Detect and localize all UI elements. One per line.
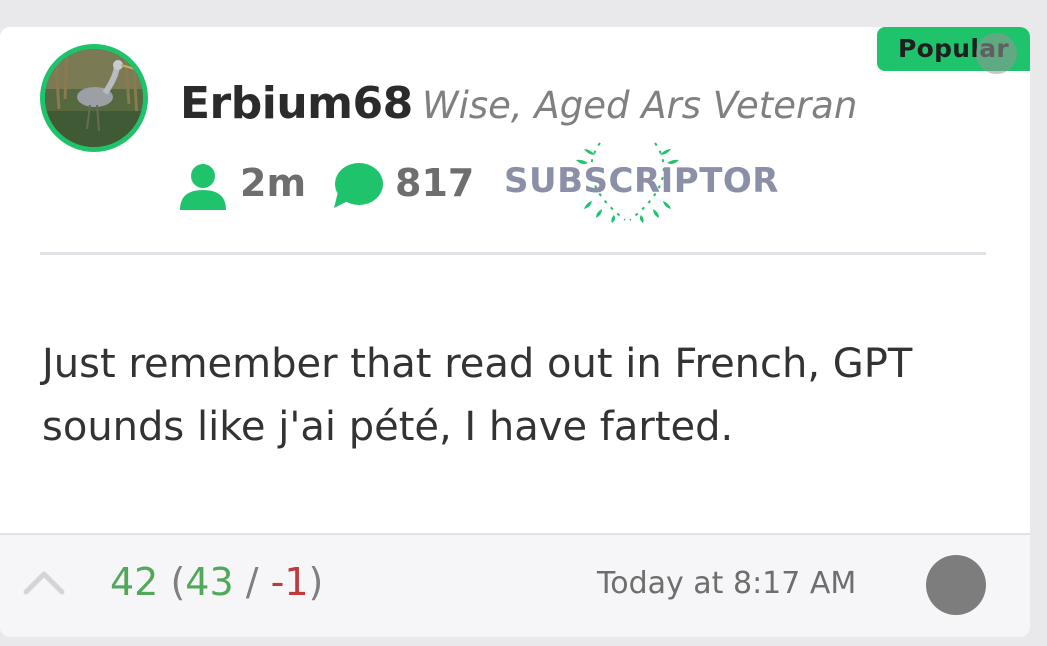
member-stat: 2m (240, 161, 307, 205)
comment-count: 817 (395, 161, 475, 205)
badge-overlay-dot (976, 33, 1017, 74)
user-title: Wise, Aged Ars Veteran (422, 84, 858, 127)
avatar[interactable] (40, 44, 148, 152)
user-icon (180, 164, 226, 210)
header-divider (40, 252, 986, 255)
vote-up: 43 (185, 560, 234, 604)
vote-open-paren: ( (170, 560, 186, 604)
vote-close-paren: ) (308, 560, 324, 604)
upvote-chevron-icon[interactable] (22, 566, 66, 596)
comment-bubble-icon (334, 163, 383, 208)
vote-down: -1 (270, 560, 309, 604)
comment-timestamp[interactable]: Today at 8:17 AM (597, 566, 856, 601)
comment-body: Just remember that read out in French, G… (42, 341, 913, 450)
subscriptor-label: SUBSCRIPTOR (504, 161, 779, 201)
avatar-image (45, 49, 143, 147)
username[interactable]: Erbium68 (180, 78, 413, 129)
vote-score: 42 (43 / -1) (110, 560, 323, 604)
vote-separator: / (233, 560, 271, 604)
vote-total: 42 (110, 560, 159, 604)
more-options-icon[interactable] (926, 555, 986, 615)
heron-photo (45, 49, 143, 147)
subscriptor-badge: SUBSCRIPTOR (500, 135, 778, 225)
